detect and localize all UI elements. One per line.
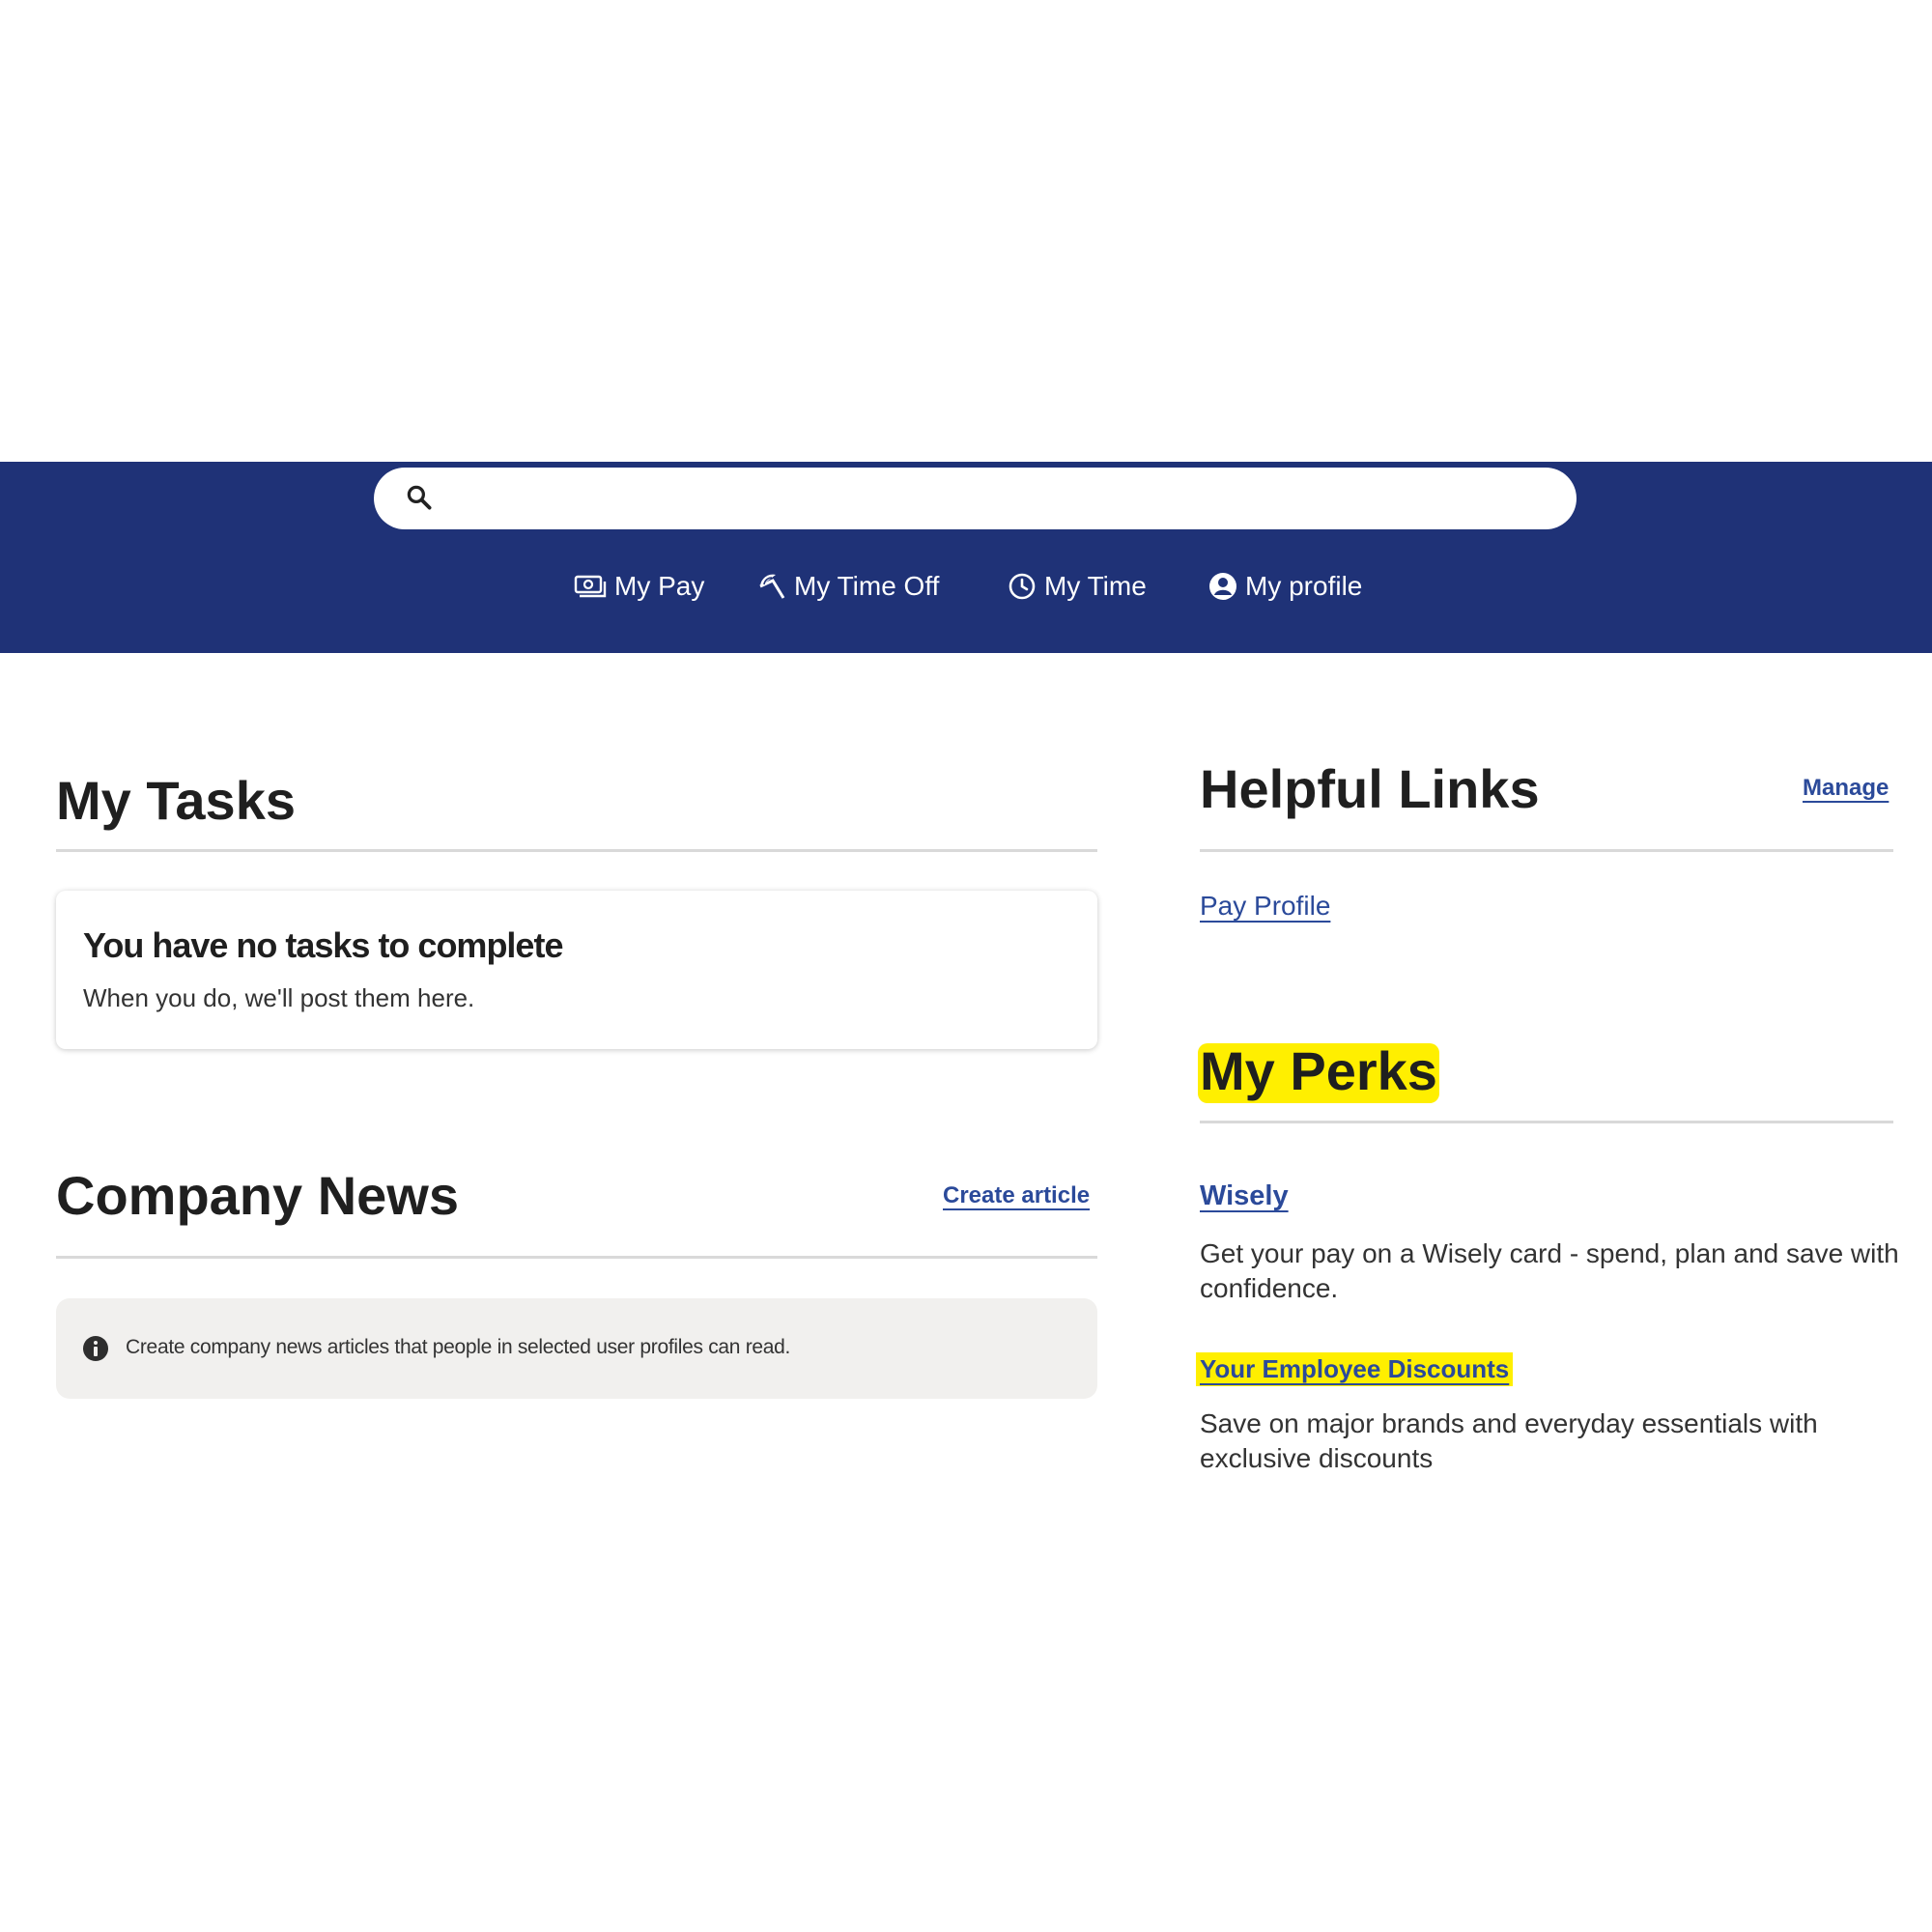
helpful-links-heading: Helpful Links	[1200, 758, 1540, 819]
beach-umbrella-icon	[759, 574, 785, 599]
perk-employee-discounts-link[interactable]: Your Employee Discounts	[1196, 1352, 1514, 1386]
company-news-notice: Create company news articles that people…	[56, 1298, 1097, 1399]
nav-my-time[interactable]: My Time	[1008, 562, 1147, 611]
nav-my-time-label: My Time	[1044, 571, 1147, 601]
company-news-heading: Company News	[56, 1165, 459, 1226]
clock-icon	[1009, 573, 1036, 600]
nav-my-time-off-label: My Time Off	[794, 571, 940, 601]
nav-my-pay-label: My Pay	[614, 571, 705, 601]
manage-link[interactable]: Manage	[1803, 775, 1889, 802]
nav-my-pay[interactable]: My Pay	[574, 562, 704, 611]
quick-nav: My Pay My Time Off My Time My profile	[0, 562, 1932, 611]
pay-profile-link[interactable]: Pay Profile	[1200, 891, 1330, 922]
perk-wisely-link[interactable]: Wisely	[1200, 1180, 1289, 1212]
divider	[1200, 849, 1893, 852]
search-input[interactable]	[451, 475, 1547, 524]
notice-text: Create company news articles that people…	[126, 1336, 791, 1358]
perk-wisely-description: Get your pay on a Wisely card - spend, p…	[1200, 1238, 1899, 1303]
nav-my-profile[interactable]: My profile	[1208, 562, 1362, 611]
search-icon	[407, 485, 432, 510]
perk-employee-discounts-description: Save on major brands and everyday essent…	[1200, 1408, 1818, 1473]
create-article-link[interactable]: Create article	[943, 1182, 1090, 1209]
nav-my-profile-label: My profile	[1245, 571, 1363, 601]
divider	[1200, 1121, 1893, 1123]
tasks-empty-subtitle: When you do, we'll post them here.	[83, 983, 475, 1012]
divider	[56, 849, 1097, 852]
info-icon	[83, 1336, 108, 1361]
divider	[56, 1256, 1097, 1259]
money-icon	[574, 575, 607, 598]
my-tasks-heading: My Tasks	[56, 770, 296, 831]
user-circle-icon	[1209, 573, 1236, 600]
top-navigation-bar: My Pay My Time Off My Time My profile	[0, 462, 1932, 653]
my-perks-heading-wrap: My Perks	[1198, 1036, 1439, 1105]
nav-my-time-off[interactable]: My Time Off	[757, 562, 939, 611]
search-bar[interactable]	[374, 468, 1577, 529]
tasks-empty-title: You have no tasks to complete	[83, 925, 563, 965]
my-perks-heading: My Perks	[1200, 1040, 1437, 1101]
tasks-empty-card: You have no tasks to complete When you d…	[56, 891, 1097, 1049]
